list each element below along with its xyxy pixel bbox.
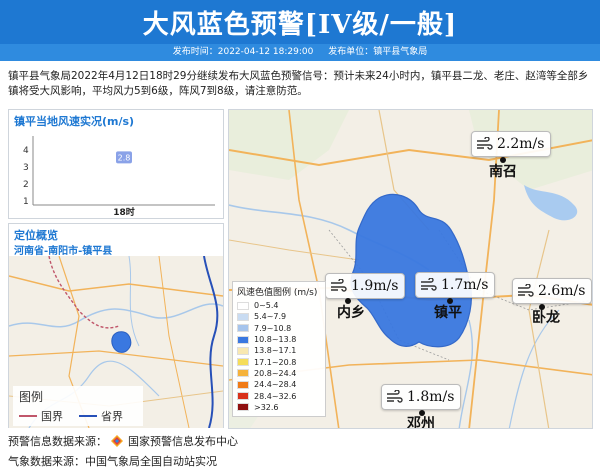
footer-warning-source: 预警信息数据来源： 国家预警信息发布中心 [8,433,238,449]
warning-source-name[interactable]: 国家预警信息发布中心 [128,435,238,448]
station-speed-wolong: 2.6m/s [538,283,586,299]
y-tick-1: 1 [23,197,29,207]
legend-row: 24.4~28.4 [237,379,321,390]
city-label-nanzhao: 南召 [489,164,517,180]
warning-title: 大风蓝色预警[IV级/一般] [142,10,458,40]
wind-icon [477,137,493,150]
legend-swatch [237,301,249,310]
publish-time: 发布时间：2022-04-12 18:29:00 [172,47,314,57]
province-border-line [79,415,97,417]
legend-row: 28.4~32.6 [237,390,321,401]
boundary-legend-title: 图例 [19,390,44,404]
legend-label: 0~5.4 [254,301,279,311]
publisher: 发布单位：镇平县气象局 [328,47,428,57]
legend-swatch [237,346,249,355]
legend-label: 10.8~13.8 [254,335,297,345]
wind-color-legend: 风速色值图例 (m/s) 0~5.4 5.4~7.9 7.9~10.8 10.8~13… [232,281,326,417]
warning-source-label: 预警信息数据来源： [8,435,107,448]
x-tick-18h: 18时 [113,206,135,218]
warning-meta-bar: 发布时间：2022-04-12 18:29:00 发布单位：镇平县气象局 [0,44,600,61]
region-path: 河南省-南阳市-镇平县 [14,246,113,257]
wind-icon [518,284,534,297]
station-speed-neixiang: 1.9m/s [351,278,399,294]
legend-row: 0~5.4 [237,300,321,311]
city-label-wolong: 卧龙 [532,310,560,326]
station-bubble-zhenping[interactable]: 1.7m/s [415,272,496,298]
city-label-neixiang: 内乡 [337,305,365,321]
legend-swatch [237,380,249,389]
legend-row: 17.1~20.8 [237,356,321,367]
footer-weather-source: 气象数据来源：中国气象局全国自动站实况 [8,455,217,468]
legend-label: 17.1~20.8 [254,357,297,367]
wind-point-label: 2.8 [118,153,131,162]
station-speed-dengzhou: 1.8m/s [407,389,455,405]
wind-icon [331,279,347,292]
boundary-legend: 图例 国界 省界 [13,386,143,426]
warning-header: 大风蓝色预警[IV级/一般] 发布时间：2022-04-12 18:29:00 … [0,0,600,61]
legend-national-border: 国界 [19,408,63,424]
y-tick-3: 3 [23,163,29,173]
station-bubble-neixiang[interactable]: 1.9m/s [325,273,406,299]
city-label-dengzhou: 邓州 [407,416,435,429]
warning-map[interactable]: 2.2m/s 南召 1.9m/s 内乡 1.7m/s 镇平 2.6m/s 卧龙 … [228,109,593,429]
legend-row: 5.4~7.9 [237,311,321,322]
legend-swatch [237,358,249,367]
legend-swatch [237,369,249,378]
station-bubble-nanzhao[interactable]: 2.2m/s [471,131,552,157]
station-bubble-dengzhou[interactable]: 1.8m/s [381,384,462,410]
legend-row: 20.8~24.4 [237,368,321,379]
wind-icon [421,278,437,291]
wind-speed-chart: 4 3 2 1 2.8 18时 [23,136,215,218]
warning-center-logo-icon [110,435,123,447]
warning-description: 镇平县气象局2022年4月12日18时29分继续发布大风蓝色预警信号：预计未来2… [8,70,589,97]
legend-label: 24.4~28.4 [254,380,297,390]
legend-swatch [237,312,249,321]
legend-swatch [237,392,249,401]
national-border-line [19,415,37,417]
legend-label: 20.8~24.4 [254,368,297,378]
legend-label: 13.8~17.1 [254,346,297,356]
legend-row: 7.9~10.8 [237,323,321,334]
legend-province-border: 省界 [79,408,123,424]
location-overview-panel: 定位概览 河南省-南阳市-镇平县 图例 国界 省界 [8,223,224,428]
legend-label: 5.4~7.9 [254,312,287,322]
legend-row: 13.8~17.1 [237,345,321,356]
station-speed-zhenping: 1.7m/s [441,277,489,293]
y-tick-4: 4 [23,146,29,156]
legend-swatch [237,335,249,344]
legend-swatch [237,403,249,412]
location-panel-title: 定位概览 [14,229,58,242]
legend-label: 28.4~32.6 [254,391,297,401]
legend-row: 10.8~13.8 [237,334,321,345]
station-speed-nanzhao: 2.2m/s [497,136,545,152]
legend-label: >32.6 [254,402,279,412]
station-bubble-wolong[interactable]: 2.6m/s [512,278,592,304]
wind-icon [387,390,403,403]
legend-swatch [237,324,249,333]
legend-row: >32.6 [237,402,321,413]
city-label-zhenping: 镇平 [434,305,462,321]
national-border-label: 国界 [41,410,63,423]
province-border-label: 省界 [101,410,123,423]
legend-label: 7.9~10.8 [254,323,292,333]
wind-speed-panel: 镇平当地风速实况(m/s) 4 3 2 1 2.8 18时 [8,109,224,219]
y-tick-2: 2 [23,180,29,190]
wind-legend-title: 风速色值图例 (m/s) [237,288,318,298]
